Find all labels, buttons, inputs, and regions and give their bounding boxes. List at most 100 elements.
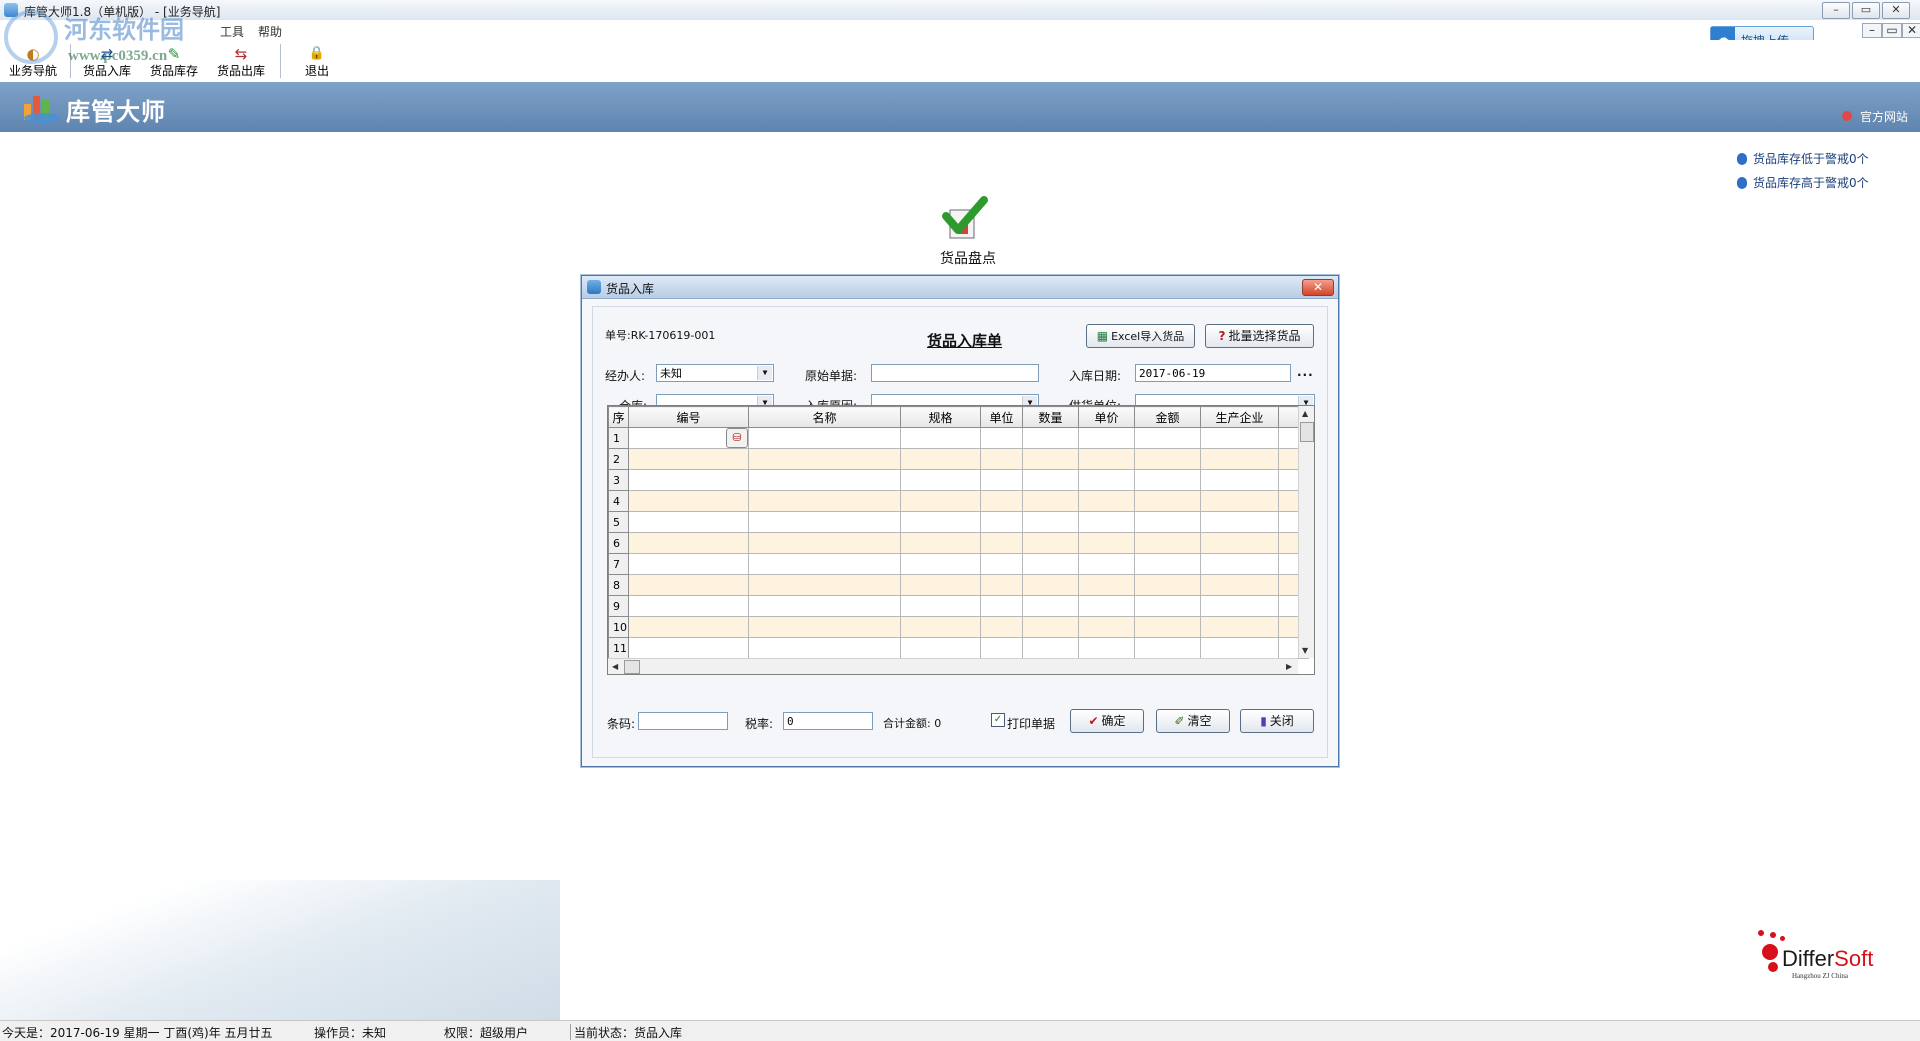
grid-cell[interactable] xyxy=(980,448,1023,470)
grid-cell[interactable] xyxy=(1134,637,1201,659)
print-label[interactable]: 打印单据 xyxy=(1007,715,1055,732)
grid-cell[interactable] xyxy=(900,448,981,470)
close-dialog-button[interactable]: ▮ 关闭 xyxy=(1240,709,1314,733)
table-row[interactable]: 3 xyxy=(608,469,1309,491)
grid-cell[interactable] xyxy=(980,574,1023,596)
print-checkbox[interactable]: ✓ xyxy=(991,713,1005,727)
grid-cell[interactable] xyxy=(900,490,981,512)
grid-cell[interactable] xyxy=(1078,511,1135,533)
mdi-restore-button[interactable]: ▭ xyxy=(1882,23,1902,38)
grid-cell[interactable] xyxy=(900,553,981,575)
grid-cell[interactable] xyxy=(1078,448,1135,470)
horizontal-scroll-thumb[interactable] xyxy=(624,660,640,674)
clear-button[interactable]: ✐ 清空 xyxy=(1156,709,1230,733)
grid-cell[interactable] xyxy=(1134,427,1201,449)
grid-cell[interactable] xyxy=(1022,427,1079,449)
scroll-up-icon[interactable]: ▲ xyxy=(1302,409,1308,418)
grid-cell[interactable] xyxy=(1022,616,1079,638)
table-row[interactable]: 2 xyxy=(608,448,1309,470)
dialog-close-button[interactable]: ✕ xyxy=(1302,279,1334,296)
grid-cell[interactable] xyxy=(1078,595,1135,617)
dialog-title-bar[interactable]: 货品入库 ✕ xyxy=(582,276,1338,299)
vertical-scroll-thumb[interactable] xyxy=(1300,422,1314,442)
grid-cell[interactable] xyxy=(748,616,901,638)
grid-cell[interactable] xyxy=(1134,595,1201,617)
grid-cell[interactable] xyxy=(1200,490,1279,512)
grid-cell[interactable] xyxy=(1200,616,1279,638)
grid-cell[interactable] xyxy=(748,532,901,554)
table-row[interactable]: 5 xyxy=(608,511,1309,533)
table-row[interactable]: 6 xyxy=(608,532,1309,554)
column-header[interactable]: 金额 xyxy=(1134,406,1201,428)
grid-cell[interactable] xyxy=(1022,511,1079,533)
grid-cell[interactable] xyxy=(1022,532,1079,554)
original-doc-input[interactable] xyxy=(871,364,1039,382)
grid-cell[interactable] xyxy=(980,637,1023,659)
grid-cell[interactable] xyxy=(628,553,749,575)
grid-cell[interactable] xyxy=(1134,511,1201,533)
minimize-button[interactable]: – xyxy=(1822,2,1850,19)
alert-high-stock[interactable]: 货品库存高于警戒0个 xyxy=(1737,174,1869,191)
grid-cell[interactable] xyxy=(1200,532,1279,554)
grid-cell[interactable] xyxy=(748,448,901,470)
grid-cell[interactable] xyxy=(628,511,749,533)
grid-cell[interactable] xyxy=(628,595,749,617)
grid-cell[interactable] xyxy=(628,469,749,491)
grid-cell[interactable] xyxy=(628,448,749,470)
grid-cell[interactable] xyxy=(628,490,749,512)
close-button[interactable]: ✕ xyxy=(1882,2,1910,19)
grid-cell[interactable] xyxy=(1134,448,1201,470)
scroll-right-icon[interactable]: ▶ xyxy=(1286,662,1292,671)
grid-cell[interactable] xyxy=(1078,427,1135,449)
grid-cell[interactable] xyxy=(980,595,1023,617)
grid-cell[interactable] xyxy=(1022,469,1079,491)
grid-cell[interactable] xyxy=(1200,469,1279,491)
grid-cell[interactable] xyxy=(980,490,1023,512)
grid-cell[interactable] xyxy=(900,511,981,533)
grid-cell[interactable] xyxy=(900,595,981,617)
grid-cell[interactable] xyxy=(900,427,981,449)
scroll-down-icon[interactable]: ▼ xyxy=(1302,646,1308,655)
grid-cell[interactable] xyxy=(748,427,901,449)
grid-cell[interactable] xyxy=(1078,532,1135,554)
grid-cell[interactable] xyxy=(1200,511,1279,533)
grid-cell[interactable] xyxy=(980,469,1023,491)
grid-cell[interactable] xyxy=(628,574,749,596)
table-row[interactable]: 7 xyxy=(608,553,1309,575)
grid-cell[interactable] xyxy=(1078,553,1135,575)
grid-cell[interactable] xyxy=(748,469,901,491)
grid-cell[interactable] xyxy=(900,637,981,659)
grid-cell[interactable] xyxy=(1200,553,1279,575)
grid-cell[interactable] xyxy=(1134,490,1201,512)
scroll-left-icon[interactable]: ◀ xyxy=(612,662,618,671)
grid-cell[interactable] xyxy=(748,490,901,512)
date-input[interactable]: 2017-06-19 xyxy=(1135,364,1291,382)
grid-cell[interactable] xyxy=(1200,637,1279,659)
grid-cell[interactable] xyxy=(1200,574,1279,596)
column-header[interactable]: 规格 xyxy=(900,406,981,428)
grid-cell[interactable] xyxy=(900,616,981,638)
table-row[interactable]: 9 xyxy=(608,595,1309,617)
grid-cell[interactable] xyxy=(1078,469,1135,491)
vertical-scrollbar[interactable] xyxy=(1298,406,1314,658)
tax-input[interactable]: 0 xyxy=(783,712,873,730)
grid-cell[interactable] xyxy=(1078,616,1135,638)
items-grid[interactable]: 序 编号 名称 规格 单位 数量 单价 金额 生产企业 1 2 3 4 5 6 7 8 9 10 1… xyxy=(607,405,1315,675)
mdi-close-button[interactable]: ✕ xyxy=(1902,23,1920,38)
grid-cell[interactable] xyxy=(1022,595,1079,617)
grid-cell[interactable] xyxy=(1134,574,1201,596)
table-row[interactable]: 1 xyxy=(608,427,1309,449)
excel-import-button[interactable]: ▦ Excel导入货品 xyxy=(1086,324,1195,348)
check-inventory-icon[interactable] xyxy=(940,196,990,242)
official-site-link[interactable]: 官方网站 xyxy=(1860,108,1908,125)
handler-combo[interactable]: 未知 ▼ xyxy=(656,364,774,382)
grid-cell[interactable] xyxy=(1134,532,1201,554)
grid-cell[interactable] xyxy=(980,511,1023,533)
batch-select-button[interactable]: ? 批量选择货品 xyxy=(1205,324,1314,348)
menu-help[interactable]: 帮助 xyxy=(258,23,282,40)
grid-cell[interactable] xyxy=(1134,469,1201,491)
grid-cell[interactable] xyxy=(1134,553,1201,575)
grid-cell[interactable] xyxy=(980,532,1023,554)
barcode-input[interactable] xyxy=(638,712,728,730)
table-row[interactable]: 10 xyxy=(608,616,1309,638)
